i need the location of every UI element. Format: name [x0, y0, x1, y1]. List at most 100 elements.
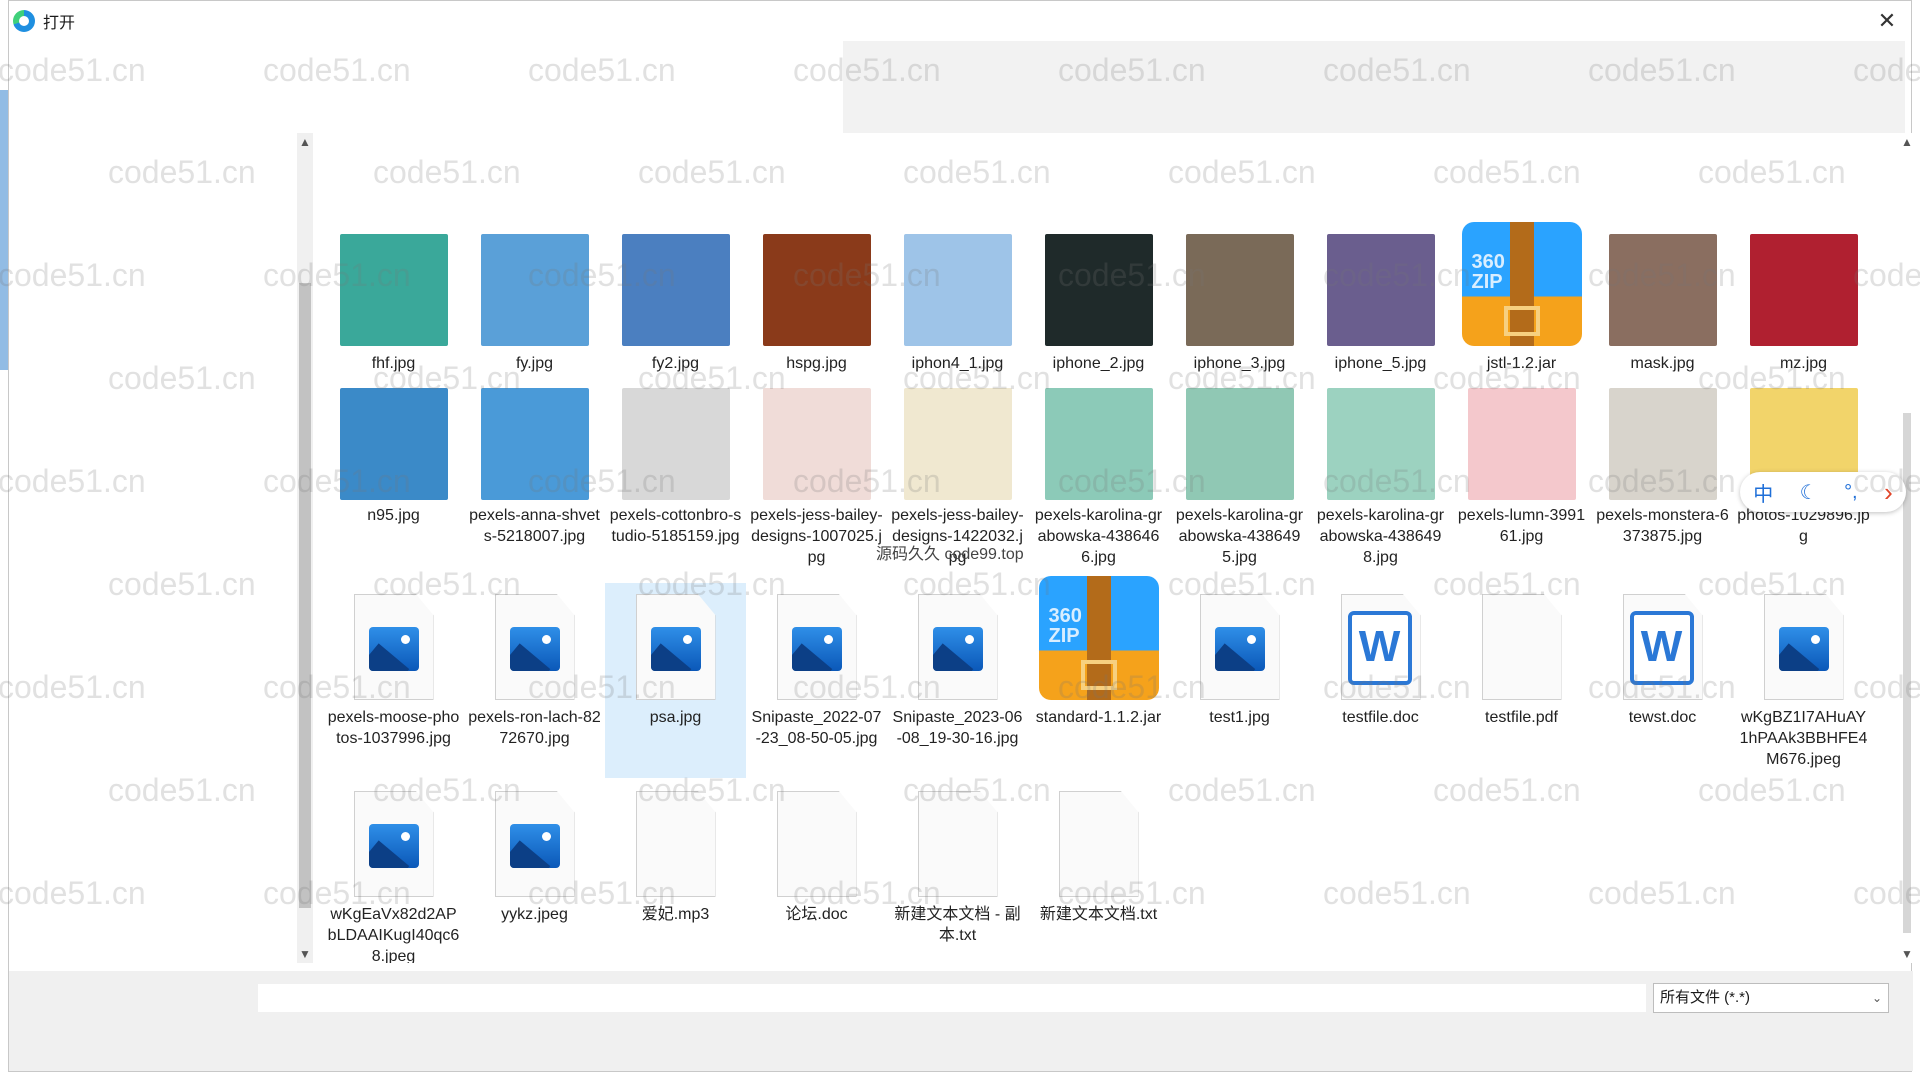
file-item[interactable]: e34361369fb5864dc2951e2a64fc2ac7.jpeg	[1169, 133, 1310, 228]
zip-brand-label: 360 ZIP	[1048, 605, 1082, 647]
photo-thumbnail	[1608, 234, 1717, 346]
photo-thumbnail-image	[903, 388, 1012, 500]
file-item[interactable]: djyt.jpeg	[1028, 133, 1169, 228]
file-name-label: yykz.jpeg	[501, 906, 568, 923]
file-name-label: testfile.doc	[1342, 709, 1419, 726]
image-file-icon	[1199, 594, 1280, 700]
file-item[interactable]: pexels-lumn-399161.jpg	[1451, 383, 1592, 578]
file-item[interactable]: pexels-cottonbro-studio-5185159.jpg	[605, 383, 746, 578]
moon-icon[interactable]: ☾	[1800, 480, 1818, 505]
file-view-scrollbar[interactable]: ▲ ▼	[1899, 133, 1915, 963]
file-item[interactable]: n95.jpg	[323, 383, 464, 578]
word-letter: W	[1629, 611, 1694, 685]
file-name-label: 新建文本文档.txt	[1039, 906, 1158, 923]
file-item[interactable]: 新建文本文档 - 副本.txt	[887, 780, 1028, 963]
file-name-label: wKgEaVx82d2APbLDAAIKugI40qc68.jpeg	[327, 906, 460, 963]
file-item[interactable]: ceBd2F3Yz7Rw.jpg	[464, 133, 605, 228]
file-name-label: wKgBZ1I7AHuAY1hPAAk3BBHFE4M676.jpeg	[1739, 709, 1868, 768]
file-item[interactable]: favicon.ico	[1451, 133, 1592, 228]
file-item[interactable]: favicon.jpg	[1592, 133, 1733, 228]
file-item[interactable]: psa.jpg	[605, 583, 746, 778]
photo-thumbnail-image	[762, 234, 871, 346]
file-name-label: iphon4_1.jpg	[911, 355, 1004, 372]
file-item[interactable]: 新建文本文档.txt	[1028, 780, 1169, 963]
photo-thumbnail-image	[903, 234, 1012, 346]
file-name-label: 新建文本文档 - 副本.txt	[894, 906, 1021, 944]
file-item[interactable]: pexels-moose-photos-1037996.jpg	[323, 583, 464, 778]
photo-thumbnail	[1185, 388, 1294, 500]
file-item[interactable]: pexels-anna-shvets-5218007.jpg	[464, 383, 605, 578]
photo-thumbnail	[903, 234, 1012, 346]
file-item[interactable]: test1.jpg	[1169, 583, 1310, 778]
file-item[interactable]: d9fcb449fa428b1cc001b40527b99076.jpg	[746, 133, 887, 228]
image-file-icon	[776, 594, 857, 700]
blank-file-icon	[917, 791, 998, 897]
open-file-dialog: 打开 ✕ ▲ ▼ book1.jpgceBd2F3Yz7Rw.jpgcode51…	[8, 0, 1915, 1072]
filename-input[interactable]	[257, 983, 1647, 1013]
file-item[interactable]: pexels-karolina-grabowska-4386498.jpg	[1310, 383, 1451, 578]
file-item[interactable]: Wtewst.doc	[1592, 583, 1733, 778]
word-document-icon: W	[1622, 594, 1703, 700]
file-item[interactable]: testfile.pdf	[1451, 583, 1592, 778]
photo-thumbnail	[1185, 234, 1294, 346]
navigation-scrollbar[interactable]: ▲ ▼	[297, 133, 313, 963]
file-item[interactable]: pexels-ron-lach-8272670.jpg	[464, 583, 605, 778]
scroll-down-arrow[interactable]: ▼	[1899, 947, 1915, 961]
blank-file-icon	[635, 791, 716, 897]
photo-thumbnail	[621, 234, 730, 346]
file-item[interactable]: fc03c2144f94e1e9145739a6a2e15883.jpeg	[1733, 133, 1874, 228]
file-name-label: n95.jpg	[367, 507, 420, 524]
zip-archive-icon: 360 ZIP	[1038, 576, 1159, 700]
file-item[interactable]: 360 ZIP standard-1.1.2.jar	[1028, 576, 1169, 778]
image-file-icon	[494, 791, 575, 897]
file-name-label: Snipaste_2022-07-23_08-50-05.jpg	[751, 709, 882, 747]
file-item[interactable]: code51.jpg	[605, 133, 746, 228]
blank-file-icon	[1058, 791, 1139, 897]
file-name-label: Snipaste_2023-06-08_19-30-16.jpg	[892, 709, 1023, 747]
image-file-icon	[494, 594, 575, 700]
file-item[interactable]: pexels-jess-bailey-designs-1007025.jpg	[746, 383, 887, 578]
filetype-select[interactable]: 所有文件 (*.*) ⌄	[1653, 983, 1889, 1013]
photo-thumbnail	[1749, 234, 1858, 346]
file-item[interactable]: yykz.jpeg	[464, 780, 605, 963]
file-name-label: mask.jpg	[1630, 355, 1695, 372]
file-item[interactable]: pexels-monstera-6373875.jpg	[1592, 383, 1733, 578]
photo-thumbnail-image	[1608, 388, 1717, 500]
ime-toolbar[interactable]: 中 ☾ °, ›	[1740, 472, 1906, 512]
file-name-label: psa.jpg	[649, 709, 702, 726]
photo-thumbnail	[1044, 388, 1153, 500]
scroll-thumb[interactable]	[299, 283, 311, 908]
file-name-label: pexels-ron-lach-8272670.jpg	[468, 709, 601, 747]
chevron-right-icon[interactable]: ›	[1884, 477, 1893, 508]
file-name-label: iphone_5.jpg	[1334, 355, 1427, 372]
file-item[interactable]: pexels-karolina-grabowska-4386495.jpg	[1169, 383, 1310, 578]
photo-thumbnail	[1044, 234, 1153, 346]
file-item[interactable]: 爱妃.mp3	[605, 780, 746, 963]
scroll-up-arrow[interactable]: ▲	[297, 135, 313, 149]
ime-language[interactable]: 中	[1753, 478, 1773, 507]
photo-thumbnail	[1467, 388, 1576, 500]
file-item[interactable]: book1.jpg	[323, 133, 464, 228]
file-item[interactable]: wKgBZ1I7AHuAY1hPAAk3BBHFE4M676.jpeg	[1733, 583, 1874, 778]
zip-brand-label: 360 ZIP	[1471, 251, 1505, 293]
photo-thumbnail-image	[1326, 388, 1435, 500]
photo-thumbnail-image	[1326, 234, 1435, 346]
file-item[interactable]: default.jpg	[887, 133, 1028, 228]
photo-thumbnail	[339, 234, 448, 346]
file-name-label: 爱妃.mp3	[641, 906, 710, 923]
file-item[interactable]: pexels-karolina-grabowska-4386466.jpg	[1028, 383, 1169, 578]
scroll-up-arrow[interactable]: ▲	[1899, 135, 1915, 149]
file-item[interactable]: Snipaste_2022-07-23_08-50-05.jpg	[746, 583, 887, 778]
scroll-down-arrow[interactable]: ▼	[297, 947, 313, 961]
file-item[interactable]: Snipaste_2023-06-08_19-30-16.jpg	[887, 583, 1028, 778]
file-item[interactable]: emjo.zip	[1310, 133, 1451, 228]
title-bar: 打开 ✕	[9, 1, 1911, 41]
photo-thumbnail	[1326, 388, 1435, 500]
file-item[interactable]: Wtestfile.doc	[1310, 583, 1451, 778]
punctuation-icon[interactable]: °,	[1844, 481, 1858, 504]
photo-thumbnail-image	[762, 388, 871, 500]
photo-thumbnail-image	[1044, 234, 1153, 346]
close-button[interactable]: ✕	[1873, 7, 1901, 35]
file-item[interactable]: wKgEaVx82d2APbLDAAIKugI40qc68.jpeg	[323, 780, 464, 963]
file-item[interactable]: 论坛.doc	[746, 780, 887, 963]
